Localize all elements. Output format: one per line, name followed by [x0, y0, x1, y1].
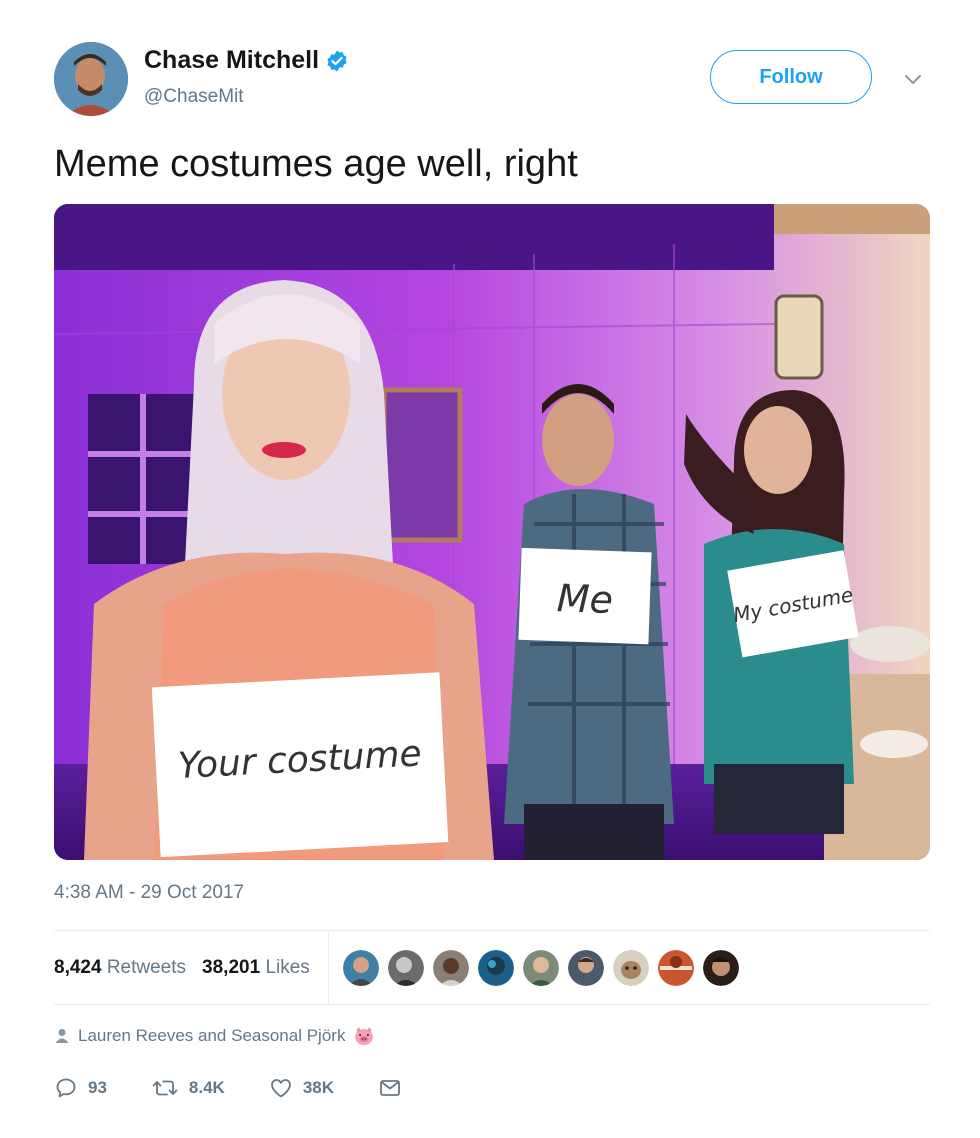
author-display-name[interactable]: Chase Mitchell — [144, 46, 319, 75]
follow-button[interactable]: Follow — [710, 50, 872, 104]
retweets-stat[interactable]: 8,424 Retweets — [54, 957, 186, 979]
divider-top — [54, 930, 930, 931]
liker-avatar[interactable] — [702, 950, 739, 986]
verified-badge-icon — [325, 49, 349, 73]
liker-avatar[interactable] — [612, 950, 649, 986]
reply-count: 93 — [88, 1078, 107, 1097]
liker-avatar[interactable] — [432, 950, 469, 986]
author-name-row[interactable]: Chase Mitchell — [144, 46, 349, 75]
retweet-icon — [152, 1080, 178, 1096]
engagement-stats: 8,424 Retweets 38,201 Likes — [54, 932, 930, 1004]
chevron-down-icon[interactable] — [900, 66, 926, 92]
likes-label: Likes — [265, 957, 310, 978]
retweets-label: Retweets — [106, 957, 187, 978]
like-action[interactable]: 38K — [269, 1076, 334, 1100]
likes-stat[interactable]: 38,201 Likes — [202, 957, 310, 979]
social-context: Lauren Reeves and Seasonal Pjörk — [54, 1026, 375, 1046]
liker-avatar[interactable] — [567, 950, 604, 986]
liker-avatars — [342, 950, 739, 986]
like-count: 38K — [302, 1078, 335, 1097]
author-avatar[interactable] — [54, 42, 128, 116]
sign-me: Me — [556, 576, 614, 622]
heart-icon — [270, 1079, 291, 1098]
divider-bottom — [54, 1004, 930, 1005]
liker-avatar[interactable] — [477, 950, 514, 986]
retweets-count: 8,424 — [54, 957, 102, 978]
retweet-count: 8.4K — [188, 1078, 225, 1097]
reply-icon — [56, 1078, 76, 1098]
direct-message-action[interactable] — [378, 1076, 402, 1100]
social-context-text[interactable]: Lauren Reeves and Seasonal Pjörk — [78, 1026, 345, 1046]
reply-action[interactable]: 93 — [54, 1076, 107, 1100]
liker-avatar[interactable] — [522, 950, 559, 986]
tweet-text: Meme costumes age well, right — [54, 143, 578, 185]
liker-avatar[interactable] — [387, 950, 424, 986]
likes-count: 38,201 — [202, 957, 261, 978]
tweet-actions: 93 8.4K 38K — [54, 1070, 446, 1106]
envelope-icon — [380, 1080, 400, 1096]
tweet-photo[interactable]: Your costume Me My costume — [54, 204, 930, 860]
retweet-action[interactable]: 8.4K — [151, 1076, 225, 1100]
stats-separator — [327, 932, 329, 1004]
pig-face-icon — [355, 1027, 374, 1045]
liker-avatar[interactable] — [657, 950, 694, 986]
tweet-timestamp[interactable]: 4:38 AM - 29 Oct 2017 — [54, 882, 244, 904]
liker-avatar[interactable] — [342, 950, 379, 986]
author-handle[interactable]: @ChaseMit — [144, 86, 244, 108]
person-icon — [55, 1029, 69, 1043]
